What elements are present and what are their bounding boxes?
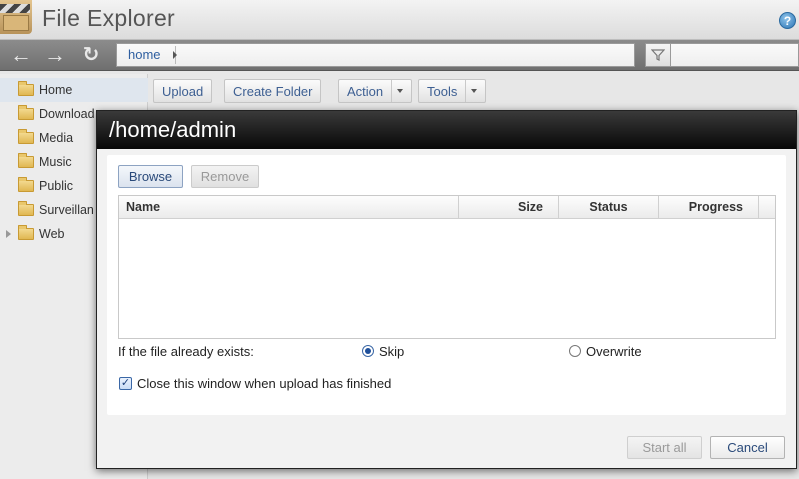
sidebar-item-label: Download (39, 107, 95, 121)
close-when-finished-checkbox[interactable]: ✓ (119, 377, 132, 390)
title-bar: File Explorer ? (0, 0, 799, 40)
back-arrow-icon[interactable]: ← (8, 44, 34, 66)
chevron-down-icon[interactable] (465, 80, 478, 102)
file-exists-label: If the file already exists: (118, 344, 254, 359)
start-all-button[interactable]: Start all (627, 436, 702, 459)
action-menu-button[interactable]: Action (338, 79, 413, 103)
forward-arrow-icon[interactable]: → (42, 44, 68, 66)
navigation-bar: ← → ↻ home (0, 40, 799, 71)
dialog-title: /home/admin (97, 111, 796, 149)
app-logo-icon (0, 0, 32, 34)
sidebar-item-label: Web (39, 227, 65, 241)
help-icon[interactable]: ? (779, 12, 796, 29)
upload-button[interactable]: Upload (153, 79, 213, 103)
skip-radio[interactable] (362, 345, 374, 357)
upload-button-label: Upload (162, 83, 204, 99)
sidebar-item-label: Home (39, 83, 73, 97)
breadcrumb-home[interactable]: home (120, 46, 176, 64)
expand-arrow-icon[interactable] (6, 230, 11, 238)
create-folder-button-label: Create Folder (233, 83, 313, 99)
sidebar-item-home[interactable]: Home (0, 78, 148, 102)
path-breadcrumb-bar[interactable]: home (116, 43, 635, 67)
tools-menu-button[interactable]: Tools (418, 79, 487, 103)
folder-icon (18, 177, 34, 192)
sidebar-item-label: Surveillan (39, 203, 94, 217)
tools-menu-label: Tools (427, 83, 458, 99)
sidebar-item-label: Music (39, 155, 72, 169)
chevron-down-icon[interactable] (391, 80, 404, 102)
filter-button[interactable] (645, 43, 671, 67)
search-input[interactable] (671, 43, 799, 67)
skip-radio-label[interactable]: Skip (379, 344, 404, 359)
overwrite-radio-label[interactable]: Overwrite (586, 344, 642, 359)
upload-file-table: Name Size Status Progress (118, 195, 776, 339)
folder-icon (18, 153, 34, 168)
create-folder-button[interactable]: Create Folder (224, 79, 322, 103)
folder-icon (18, 201, 34, 216)
breadcrumb-chevron-icon[interactable] (173, 51, 177, 59)
folder-icon (18, 129, 34, 144)
overwrite-radio[interactable] (569, 345, 581, 357)
column-header-spacer (759, 196, 775, 218)
column-header-name[interactable]: Name (119, 196, 459, 218)
browse-button[interactable]: Browse (118, 165, 183, 188)
sidebar-item-label: Public (39, 179, 74, 193)
folder-icon (18, 225, 34, 240)
folder-icon (18, 81, 34, 96)
app-title: File Explorer (42, 5, 175, 31)
sidebar-item-label: Media (39, 131, 74, 145)
action-menu-label: Action (347, 83, 384, 99)
refresh-icon[interactable]: ↻ (78, 44, 104, 66)
remove-button[interactable]: Remove (191, 165, 259, 188)
column-header-progress[interactable]: Progress (659, 196, 759, 218)
column-header-size[interactable]: Size (459, 196, 559, 218)
cancel-button[interactable]: Cancel (710, 436, 785, 459)
funnel-icon (651, 49, 665, 61)
upload-panel: Browse Remove Name Size Status Progress … (107, 155, 786, 415)
column-header-status[interactable]: Status (559, 196, 659, 218)
table-header: Name Size Status Progress (119, 196, 775, 219)
folder-icon (18, 105, 34, 120)
close-when-finished-label[interactable]: Close this window when upload has finish… (137, 376, 391, 391)
upload-dialog: /home/admin Browse Remove Name Size Stat… (96, 110, 797, 469)
